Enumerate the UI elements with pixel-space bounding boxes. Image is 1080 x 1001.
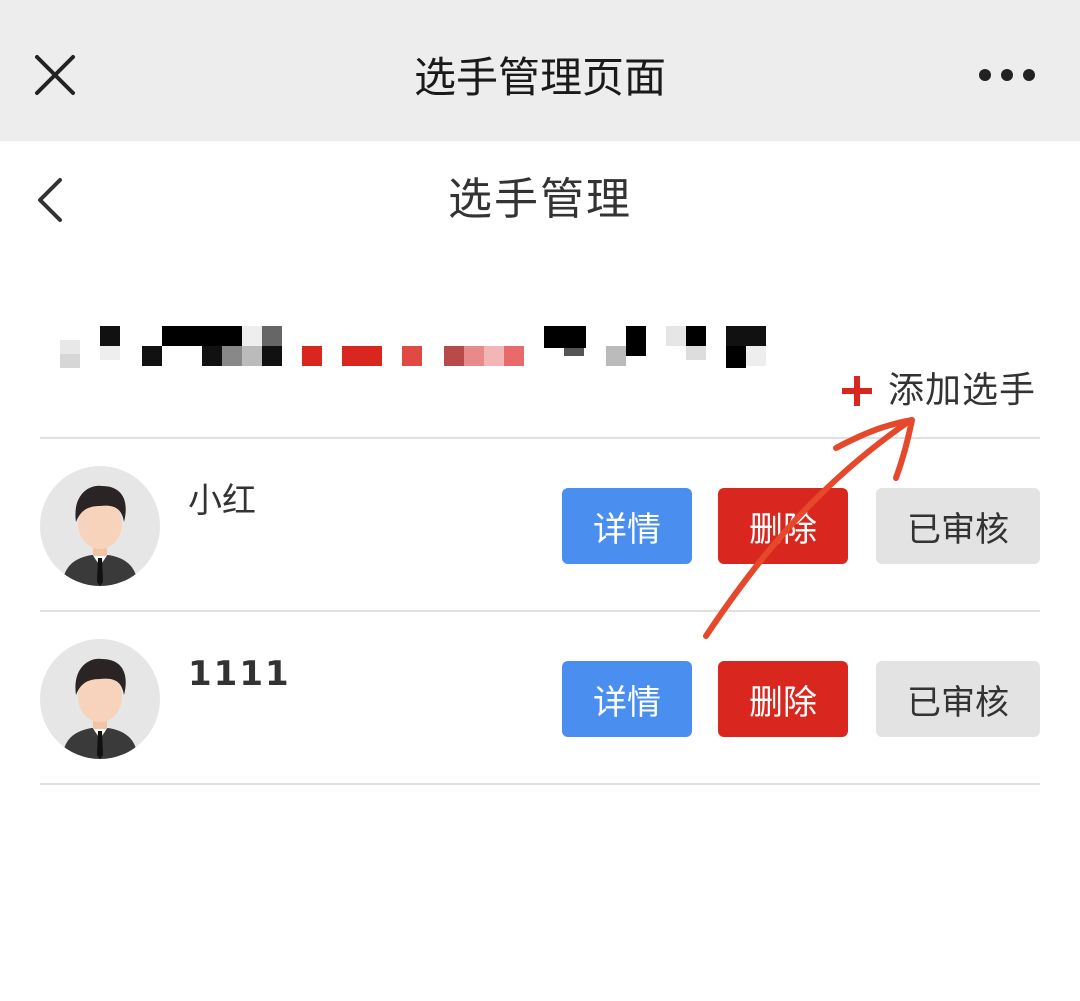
divider [40, 783, 1040, 785]
list-item: 小红 详情 删除 已审核 [0, 466, 1080, 638]
divider [40, 610, 1040, 612]
status-badge[interactable]: 已审核 [876, 661, 1040, 737]
player-name: 小红 [188, 481, 256, 521]
plus-icon [842, 376, 872, 406]
window-title: 选手管理页面 [413, 53, 666, 102]
player-name: 1111 [188, 654, 291, 694]
add-player-label: 添加选手 [888, 370, 1037, 411]
more-icon[interactable] [978, 68, 1038, 82]
person-avatar-icon [62, 485, 138, 586]
avatar [40, 639, 160, 759]
avatar [40, 466, 160, 586]
add-player-button[interactable]: 添加选手 [840, 366, 1036, 416]
delete-button[interactable]: 删除 [718, 661, 848, 737]
list-item: 1111 详情 删除 已审核 [0, 639, 1080, 811]
divider [40, 437, 1040, 439]
status-badge[interactable]: 已审核 [876, 488, 1040, 564]
detail-button[interactable]: 详情 [562, 661, 692, 737]
window-titlebar: 选手管理页面 [0, 0, 1080, 141]
redacted-notice [60, 326, 766, 368]
detail-button[interactable]: 详情 [562, 488, 692, 564]
delete-button[interactable]: 删除 [718, 488, 848, 564]
person-avatar-icon [62, 658, 138, 759]
page-title: 选手管理 [448, 174, 632, 225]
